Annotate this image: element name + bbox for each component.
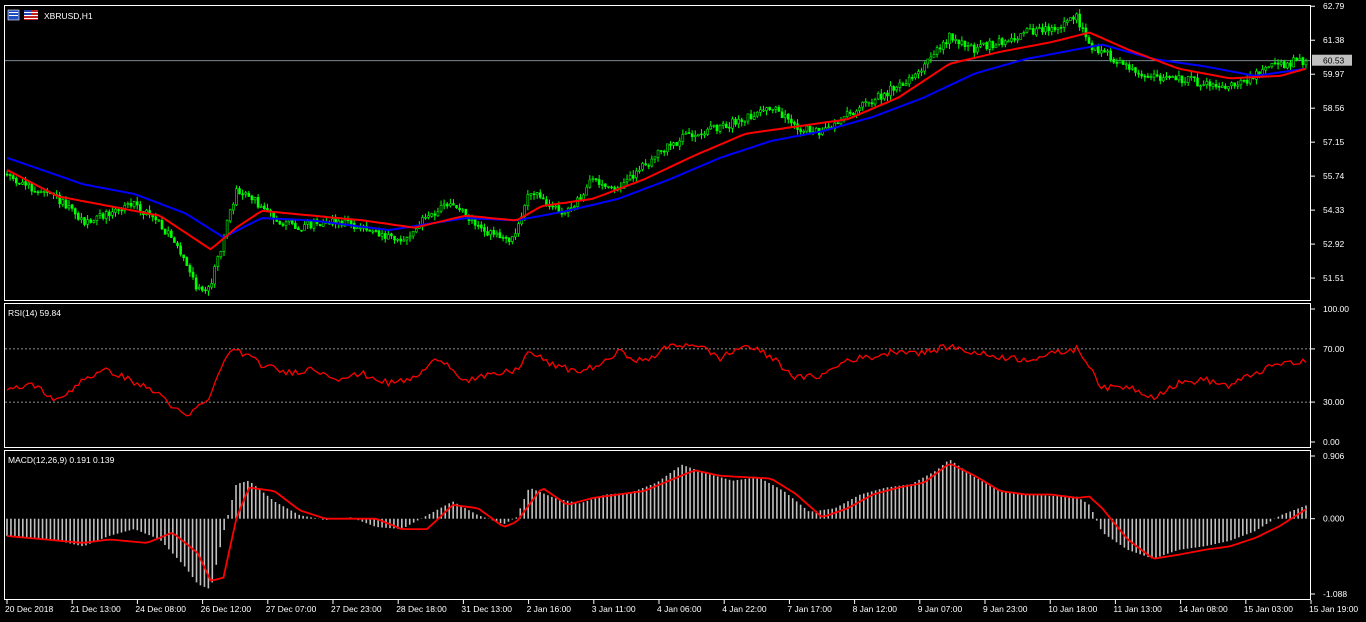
price-tag: 60.53 xyxy=(1312,54,1352,66)
rsi-tick-label: 70.00 xyxy=(1323,344,1345,354)
price-tick-label: 57.15 xyxy=(1323,137,1345,147)
candle xyxy=(185,256,189,266)
macd-title: MACD(12,26,9) 0.191 0.139 xyxy=(8,455,115,465)
rsi-tick-label: 30.00 xyxy=(1323,397,1345,407)
chart-window-icon xyxy=(7,9,20,21)
time-tick-label: 14 Jan 08:00 xyxy=(1179,604,1228,614)
candle xyxy=(1019,33,1023,40)
rsi-tick-label: 100.00 xyxy=(1323,304,1349,314)
candle xyxy=(309,220,313,230)
time-tick-label: 27 Dec 23:00 xyxy=(331,604,382,614)
macd-tick-label: 0.906 xyxy=(1323,451,1345,461)
time-tick-label: 20 Dec 2018 xyxy=(5,604,53,614)
time-tick-label: 15 Jan 03:00 xyxy=(1244,604,1293,614)
time-tick-label: 10 Jan 18:00 xyxy=(1048,604,1097,614)
time-tick-label: 4 Jan 06:00 xyxy=(657,604,702,614)
time-tick-label: 24 Dec 08:00 xyxy=(135,604,186,614)
time-tick-label: 9 Jan 23:00 xyxy=(983,604,1028,614)
time-tick-label: 27 Dec 07:00 xyxy=(266,604,317,614)
trading-chart[interactable]: XBRUSD,H1 RSI(14) 59.84 MACD(12,26,9) 0.… xyxy=(0,0,1366,622)
time-tick-label: 3 Jan 11:00 xyxy=(592,604,636,614)
candle xyxy=(173,236,176,243)
candle xyxy=(1069,17,1072,22)
rsi-tick-label: 0.00 xyxy=(1323,437,1340,447)
price-tick-label: 62.79 xyxy=(1323,1,1345,11)
rsi-title: RSI(14) 59.84 xyxy=(8,308,61,318)
candle xyxy=(163,228,167,235)
price-tick-label: 54.33 xyxy=(1323,205,1345,215)
macd-tick-label: -1.088 xyxy=(1323,589,1347,599)
time-tick-label: 15 Jan 19:00 xyxy=(1309,604,1358,614)
price-tick-label: 61.38 xyxy=(1323,35,1345,45)
candle xyxy=(675,142,678,147)
price-tick-label: 51.51 xyxy=(1323,273,1345,283)
price-tick-label: 52.92 xyxy=(1323,239,1345,249)
time-tick-label: 28 Dec 18:00 xyxy=(396,604,447,614)
time-tick-label: 7 Jan 17:00 xyxy=(787,604,832,614)
flag-icon xyxy=(24,10,38,20)
time-tick-label: 11 Jan 13:00 xyxy=(1113,604,1162,614)
price-tick-label: 58.56 xyxy=(1323,103,1345,113)
macd-tick-label: 0.000 xyxy=(1323,514,1345,524)
svg-text:60.53: 60.53 xyxy=(1323,56,1345,66)
price-tick-label: 59.97 xyxy=(1323,69,1345,79)
time-tick-label: 31 Dec 13:00 xyxy=(461,604,512,614)
time-tick-label: 26 Dec 12:00 xyxy=(201,604,252,614)
candle xyxy=(228,208,232,224)
price-tick-label: 55.74 xyxy=(1323,171,1345,181)
time-tick-label: 2 Jan 16:00 xyxy=(527,604,572,614)
candle xyxy=(1286,61,1289,70)
time-tick-label: 9 Jan 07:00 xyxy=(918,604,963,614)
time-tick-label: 21 Dec 13:00 xyxy=(70,604,121,614)
symbol-label: XBRUSD,H1 xyxy=(44,11,93,21)
candle xyxy=(278,220,282,225)
time-tick-label: 8 Jan 12:00 xyxy=(853,604,898,614)
time-tick-label: 4 Jan 22:00 xyxy=(722,604,767,614)
